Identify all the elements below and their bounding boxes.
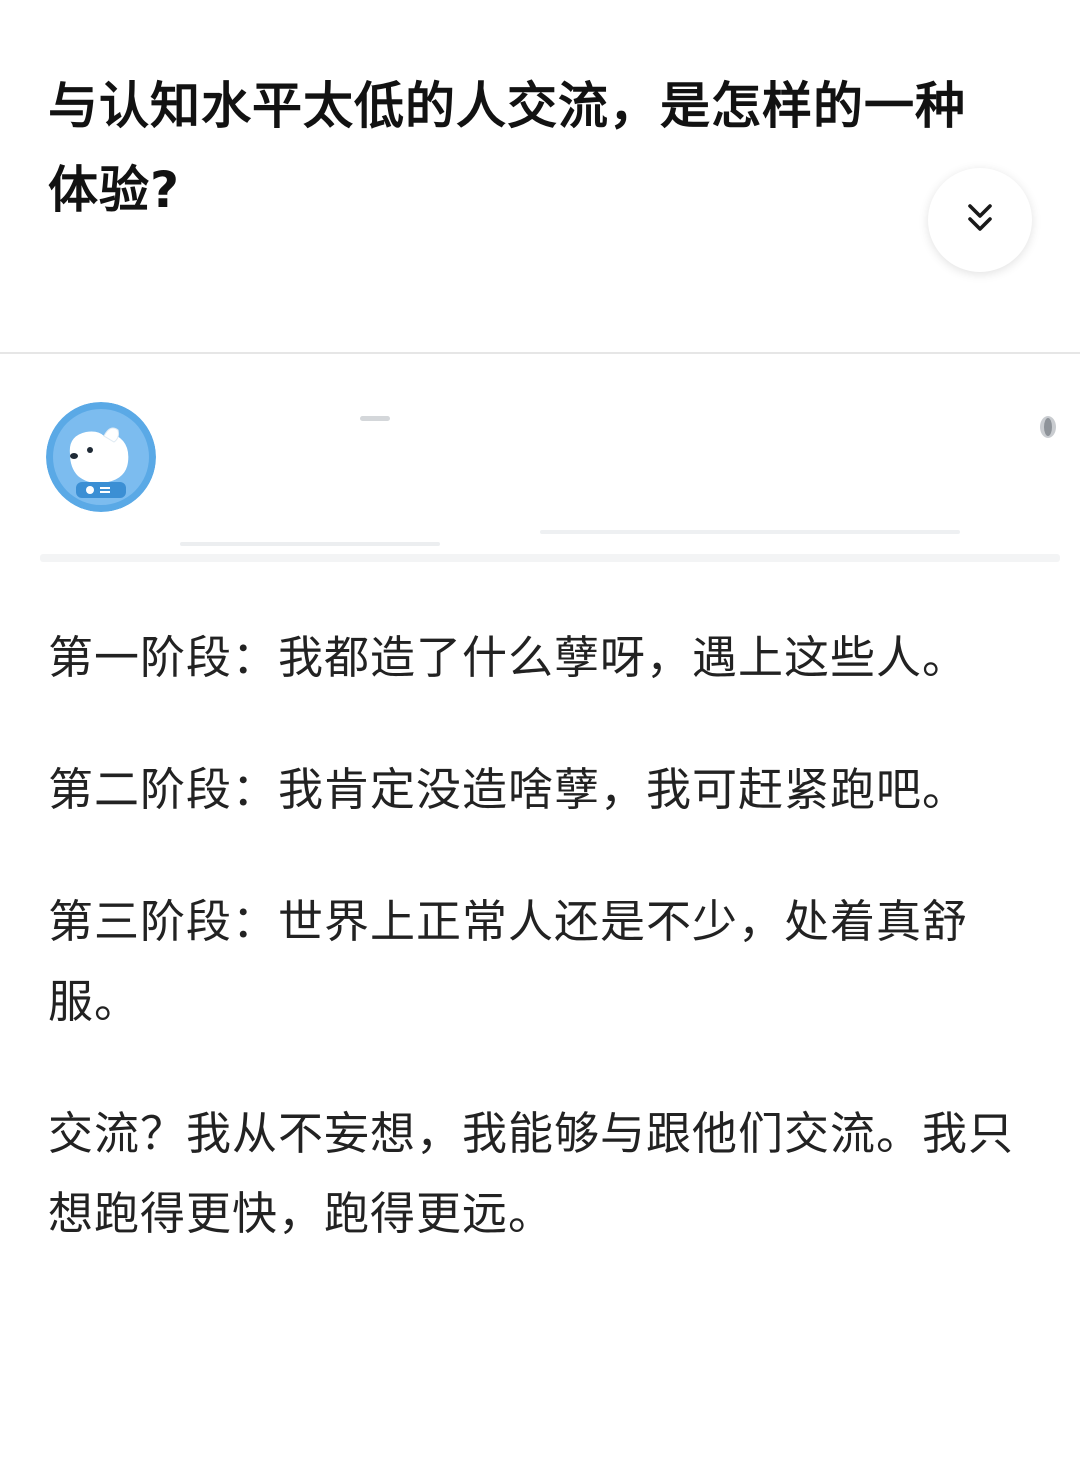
question-title[interactable]: 与认知水平太低的人交流，是怎样的一种体验? xyxy=(48,64,1008,232)
redacted-author-name xyxy=(360,416,390,421)
redacted-line xyxy=(540,530,960,534)
redacted-line xyxy=(180,542,440,546)
more-icon[interactable] xyxy=(1036,412,1060,442)
double-chevron-down-icon xyxy=(962,200,998,240)
avatar[interactable] xyxy=(46,402,156,512)
question-header: 与认知水平太低的人交流，是怎样的一种体验? xyxy=(0,0,1080,352)
answer-paragraph: 交流？我从不妄想，我能够与跟他们交流。我只想跑得更快，跑得更远。 xyxy=(48,1107,1015,1240)
dog-avatar xyxy=(46,402,156,512)
expand-button[interactable] xyxy=(928,168,1032,272)
author-row xyxy=(0,354,1080,584)
answer-paragraph: 第三阶段：世界上正常人还是不少，处着真舒服。 xyxy=(48,895,969,1028)
answer-body: 第一阶段：我都造了什么孽呀，遇上这些人。 第二阶段：我肯定没造啥孽，我可赶紧跑吧… xyxy=(48,618,1038,1306)
redacted-author-bio xyxy=(40,554,1060,562)
answer-paragraph: 第一阶段：我都造了什么孽呀，遇上这些人。 xyxy=(48,631,969,684)
answer-paragraph: 第二阶段：我肯定没造啥孽，我可赶紧跑吧。 xyxy=(48,763,969,816)
